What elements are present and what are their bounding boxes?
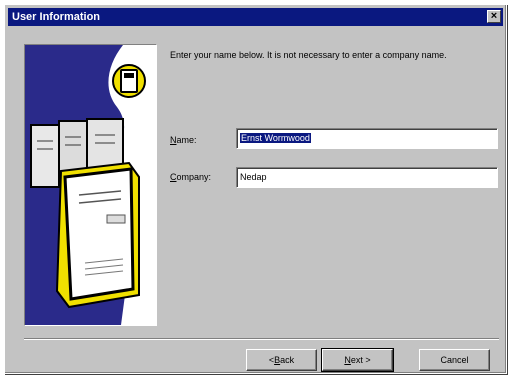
close-icon: × xyxy=(490,10,498,22)
company-label-text: ompany: xyxy=(176,172,212,182)
name-label: Name: xyxy=(170,135,197,145)
button-separator xyxy=(24,338,499,340)
back-button[interactable]: < Back xyxy=(246,349,317,371)
company-label: Company: xyxy=(170,172,211,182)
close-button[interactable]: × xyxy=(487,10,501,23)
next-button[interactable]: Next > xyxy=(321,348,394,372)
back-label: ack xyxy=(280,355,295,365)
company-field[interactable]: Nedap xyxy=(236,167,498,188)
name-field[interactable]: Ernst Wormwood xyxy=(236,128,498,149)
window-title: User Information xyxy=(12,11,101,23)
name-label-text: ame: xyxy=(176,135,197,145)
next-label: ext > xyxy=(350,355,371,365)
disk-icon xyxy=(112,64,146,98)
instructions-text: Enter your name below. It is not necessa… xyxy=(170,50,447,60)
setup-illustration xyxy=(24,44,157,326)
name-value: Ernst Wormwood xyxy=(240,133,311,143)
cancel-button[interactable]: Cancel xyxy=(419,349,490,371)
title-bar[interactable]: User Information × xyxy=(8,8,503,26)
computer-icon xyxy=(55,161,140,309)
computer-illustration xyxy=(25,45,156,325)
company-value: Nedap xyxy=(240,172,267,182)
